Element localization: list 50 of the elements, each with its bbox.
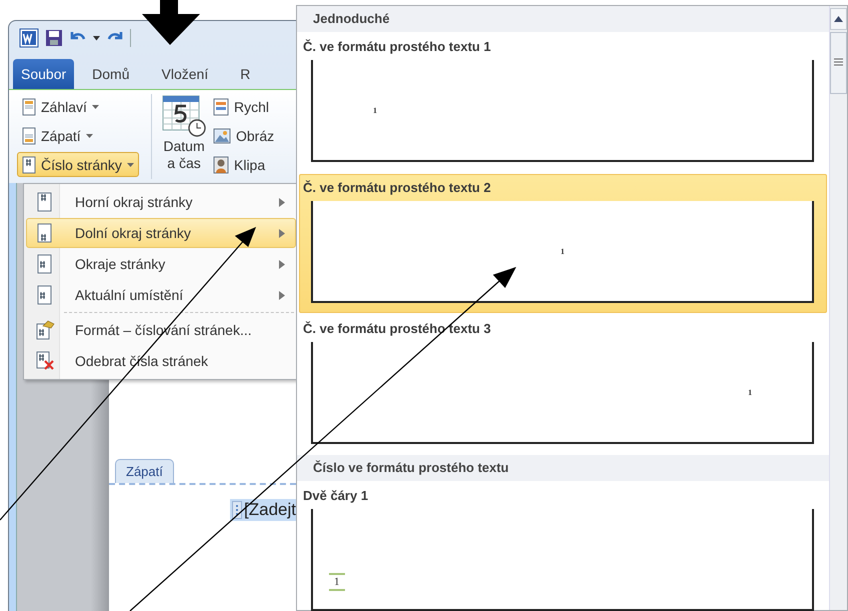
ribbon-button[interactable]: Obráz — [211, 123, 296, 148]
submenu-arrow-icon — [279, 260, 285, 268]
gallery-item[interactable]: Dvě čáry 1 1 — [299, 482, 827, 611]
word-logo-icon[interactable] — [19, 28, 39, 48]
scrollbar[interactable] — [829, 6, 847, 610]
scroll-up-icon[interactable] — [830, 8, 847, 30]
ribbon-button[interactable]: Záhlaví — [17, 94, 104, 119]
page-icon — [22, 156, 36, 174]
submenu-arrow-icon — [279, 198, 285, 206]
caret-icon[interactable] — [93, 36, 100, 40]
menu-item[interactable]: Aktuální umístění — [26, 280, 296, 310]
format-page-number-icon — [35, 320, 55, 340]
gallery-item[interactable]: Č. ve formátu prostého textu 1 1 — [299, 33, 827, 172]
footer-tag: Zápatí — [115, 459, 174, 483]
ribbon-tab[interactable]: R — [226, 59, 264, 89]
picture-icon — [213, 128, 231, 144]
gallery-item[interactable]: Č. ve formátu prostého textu 3 1 — [299, 315, 827, 454]
save-icon[interactable] — [45, 29, 63, 47]
date-time-button[interactable]: Datum a čas — [157, 94, 211, 183]
calendar-clock-icon — [161, 94, 207, 138]
page-number: 1 — [748, 388, 752, 396]
menu-item[interactable]: Horní okraj stránky — [26, 187, 296, 217]
gallery-item[interactable]: Č. ve formátu prostého textu 2 1 — [299, 174, 827, 313]
page-number: 1 — [373, 106, 377, 114]
document-parts-icon — [213, 98, 229, 116]
ribbon-button[interactable]: Klipa — [211, 152, 296, 177]
submenu-arrow-icon — [279, 228, 285, 238]
scroll-thumb-icon[interactable] — [830, 32, 847, 94]
menu-item[interactable]: Dolní okraj stránky — [26, 218, 296, 248]
drag-handle-icon[interactable] — [232, 501, 242, 519]
gallery-section-header: Jednoduché — [297, 6, 829, 32]
menu-item[interactable]: Okraje stránky — [26, 249, 296, 279]
gallery-section-header: Číslo ve formátu prostého textu — [297, 455, 829, 481]
page-number-field[interactable]: [Zadejt — [230, 499, 296, 521]
page-number: 1 — [560, 246, 564, 256]
page-number: 1 — [329, 573, 344, 591]
ribbon-tab[interactable]: Domů — [78, 59, 144, 89]
person-clipart-icon — [213, 156, 229, 174]
ribbon-button[interactable]: Číslo stránky — [17, 152, 139, 177]
ribbon-tab[interactable]: Vložení — [148, 59, 222, 89]
submenu-arrow-icon — [279, 290, 285, 300]
caret-icon — [92, 104, 99, 108]
caret-icon — [126, 162, 134, 166]
page-icon — [22, 98, 36, 116]
remove-page-number-icon — [35, 351, 55, 371]
annotation-arrow — [142, 0, 200, 45]
caret-icon — [86, 134, 93, 138]
ribbon-button[interactable]: Rychl — [211, 94, 296, 119]
ribbon-button[interactable]: Zápatí — [17, 123, 98, 148]
page-icon — [22, 126, 36, 144]
